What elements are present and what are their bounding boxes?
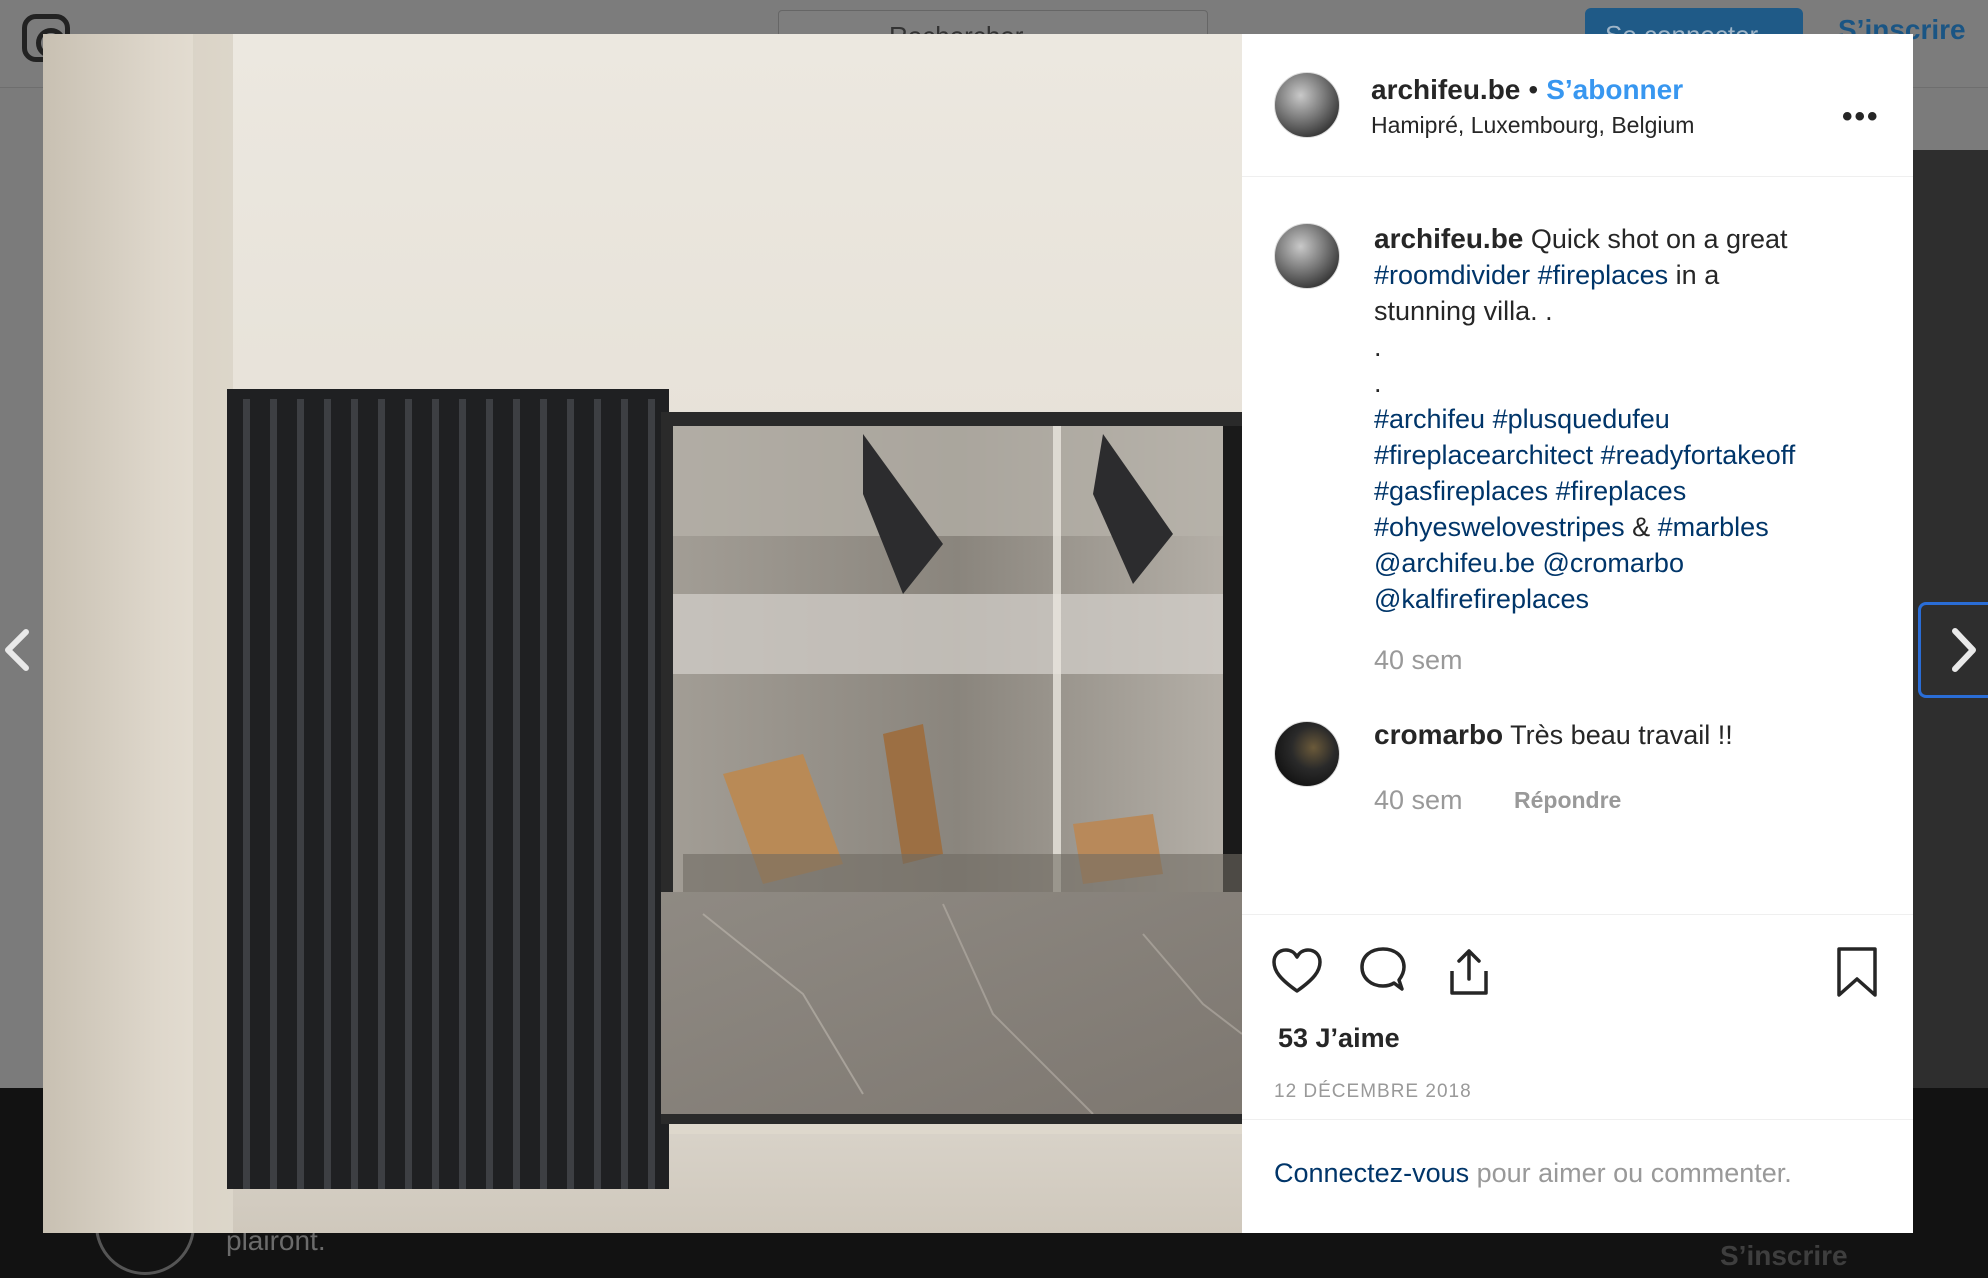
- fireplace-photo: [43, 34, 1242, 1233]
- post-author-line: archifeu.be • S’abonner: [1371, 74, 1683, 106]
- caption-avatar[interactable]: [1274, 223, 1340, 289]
- login-link[interactable]: Connectez-vous: [1274, 1158, 1469, 1188]
- caption-line: #ohyeswelovestripes & #marbles: [1374, 509, 1874, 545]
- post-header: archifeu.be • S’abonner Hamipré, Luxembour…: [1242, 34, 1913, 177]
- more-options-icon[interactable]: •••: [1842, 100, 1880, 134]
- mention-link[interactable]: @archifeu.be: [1374, 548, 1535, 578]
- caption-line: #archifeu #plusquedufeu: [1374, 401, 1874, 437]
- caption-text-run: .: [1374, 368, 1382, 398]
- login-prompt-suffix: pour aimer ou commenter.: [1469, 1158, 1792, 1188]
- caption-line: @archifeu.be @cromarbo: [1374, 545, 1874, 581]
- caption-text-run: Quick shot on a great: [1530, 224, 1788, 254]
- caption-line: @kalfirefireplaces: [1374, 581, 1874, 617]
- caption-text-run: [1485, 404, 1493, 434]
- comment-timestamp: 40 sem: [1374, 785, 1463, 815]
- post-sidebar: archifeu.be • S’abonner Hamipré, Luxembour…: [1242, 34, 1913, 1233]
- separator-dot: •: [1528, 74, 1539, 105]
- hashtag-link[interactable]: #gasfireplaces: [1374, 476, 1548, 506]
- hashtag-link[interactable]: #archifeu: [1374, 404, 1485, 434]
- heart-icon[interactable]: [1270, 945, 1324, 999]
- likes-count[interactable]: 53 J’aime: [1278, 1023, 1400, 1054]
- login-prompt-text: Connectez-vous pour aimer ou commenter.: [1274, 1158, 1792, 1189]
- caption-line: .: [1374, 329, 1874, 365]
- caption-line: stunning villa. .: [1374, 293, 1874, 329]
- post-caption: archifeu.be Quick shot on a great #roomdi…: [1374, 221, 1874, 617]
- hashtag-link[interactable]: #fireplaces: [1538, 260, 1669, 290]
- bookmark-icon[interactable]: [1830, 945, 1884, 999]
- caption-text-run: [1530, 260, 1538, 290]
- hashtag-link[interactable]: #ohyeswelovestripes: [1374, 512, 1625, 542]
- post-photo: [43, 34, 1242, 1233]
- next-post-button[interactable]: [1918, 602, 1988, 698]
- share-icon[interactable]: [1442, 945, 1496, 999]
- post-location[interactable]: Hamipré, Luxembourg, Belgium: [1371, 112, 1694, 139]
- hashtag-link[interactable]: #roomdivider: [1374, 260, 1530, 290]
- comment-username[interactable]: cromarbo: [1374, 719, 1503, 750]
- caption-line: #roomdivider #fireplaces in a: [1374, 257, 1874, 293]
- hashtag-link[interactable]: #fireplacearchitect: [1374, 440, 1593, 470]
- login-prompt: Connectez-vous pour aimer ou commenter.: [1242, 1120, 1913, 1233]
- caption-text-run: in a: [1668, 260, 1720, 290]
- caption-line: #fireplacearchitect #readyfortakeoff: [1374, 437, 1874, 473]
- post-modal: archifeu.be • S’abonner Hamipré, Luxembour…: [43, 34, 1913, 1233]
- caption-text: Quick shot on a great #roomdivider #firep…: [1374, 224, 1874, 617]
- caption-text-run: [1548, 476, 1556, 506]
- avatar[interactable]: [1274, 72, 1340, 138]
- post-date: 12 DÉCEMBRE 2018: [1274, 1081, 1472, 1102]
- chevron-right-icon: [1952, 628, 1976, 672]
- follow-button[interactable]: S’abonner: [1546, 74, 1683, 105]
- hashtag-link[interactable]: #plusquedufeu: [1493, 404, 1670, 434]
- comment: cromarbo Très beau travail !!: [1374, 719, 1733, 751]
- hashtag-link[interactable]: #marbles: [1658, 512, 1769, 542]
- caption-text-run: &: [1624, 512, 1658, 542]
- reply-button[interactable]: Répondre: [1514, 787, 1621, 814]
- mention-link[interactable]: @cromarbo: [1543, 548, 1684, 578]
- comment-avatar[interactable]: [1274, 721, 1340, 787]
- caption-text-run: .: [1374, 332, 1382, 362]
- author-username[interactable]: archifeu.be: [1371, 74, 1520, 105]
- caption-line: .: [1374, 365, 1874, 401]
- caption-text-run: stunning villa. .: [1374, 296, 1553, 326]
- caption-timestamp: 40 sem: [1374, 645, 1463, 675]
- caption-text-run: [1535, 548, 1543, 578]
- post-actions: 53 J’aime 12 DÉCEMBRE 2018: [1242, 915, 1913, 1120]
- comment-icon[interactable]: [1356, 945, 1410, 999]
- caption-text-run: [1593, 440, 1601, 470]
- comment-text: Très beau travail !!: [1510, 720, 1733, 750]
- comments-section: archifeu.be Quick shot on a great #roomdi…: [1242, 177, 1913, 915]
- footer-signup-link: S’inscrire: [1720, 1240, 1848, 1271]
- hashtag-link[interactable]: #fireplaces: [1556, 476, 1687, 506]
- caption-username[interactable]: archifeu.be: [1374, 223, 1523, 254]
- caption-line: Quick shot on a great: [1531, 224, 1788, 254]
- mention-link[interactable]: @kalfirefireplaces: [1374, 584, 1589, 614]
- hashtag-link[interactable]: #readyfortakeoff: [1601, 440, 1796, 470]
- caption-line: #gasfireplaces #fireplaces: [1374, 473, 1874, 509]
